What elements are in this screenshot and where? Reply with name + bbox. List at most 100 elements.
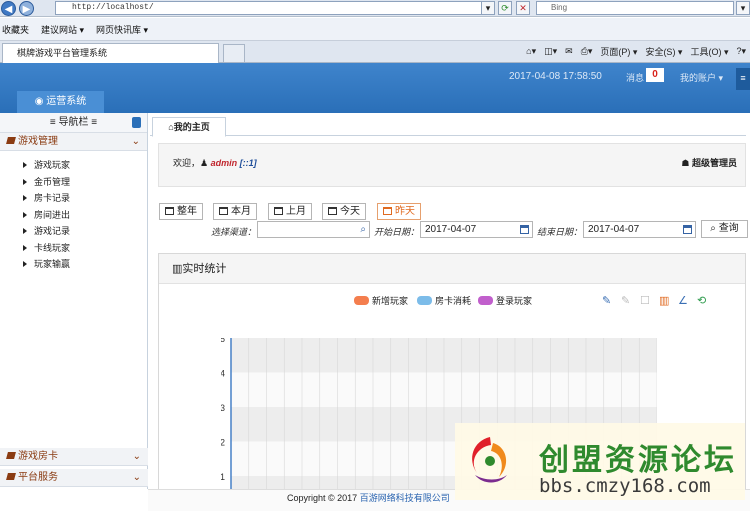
sidebar-section-platform-services[interactable]: 平台服务 ⌄ bbox=[0, 469, 148, 487]
content-tab-bar: ⌂我的主页 bbox=[150, 117, 746, 137]
sidebar-section-game-room-cards[interactable]: 游戏房卡 ⌄ bbox=[0, 448, 148, 466]
tag-icon bbox=[6, 473, 16, 480]
sidebar-item-coin-management[interactable]: 金币管理 bbox=[0, 174, 147, 191]
messages-badge[interactable]: 0 bbox=[646, 68, 664, 82]
filter-yesterday-button[interactable]: 昨天 bbox=[377, 203, 421, 220]
sidebar-item-game-players[interactable]: 游戏玩家 bbox=[0, 157, 147, 174]
panel-header: ▥实时统计 bbox=[159, 254, 745, 284]
channel-select[interactable]: ⌕ bbox=[257, 221, 370, 238]
legend-item-login-players[interactable]: 登录玩家 bbox=[478, 296, 532, 306]
messages-label[interactable]: 消息 bbox=[626, 71, 644, 84]
stop-icon[interactable]: ✕ bbox=[516, 1, 530, 15]
help-icon[interactable]: ?▾ bbox=[736, 46, 746, 57]
print-icon[interactable]: ⎙▾ bbox=[581, 46, 593, 57]
app-header: 2017-04-08 17:58:50 消息 0 我的账户 ▾ ≡ ◉ 运营系统 bbox=[0, 63, 750, 113]
sidebar-item-stuck-players[interactable]: 卡线玩家 bbox=[0, 240, 147, 257]
sidebar-items: 游戏玩家 金币管理 房卡记录 房间进出 游戏记录 卡线玩家 玩家输赢 bbox=[0, 151, 147, 273]
filter-today-button[interactable]: 今天 bbox=[322, 203, 366, 220]
start-date-input[interactable]: 2017-04-07 bbox=[420, 221, 533, 238]
copyright-text: Copyright © 2017 bbox=[287, 493, 358, 503]
end-date-label: 结束日期： bbox=[537, 227, 583, 237]
role-label: ☗ 超级管理员 bbox=[681, 156, 737, 169]
web-slice-gallery-link[interactable]: 网页快讯库 ▾ bbox=[96, 23, 148, 36]
browser-tab-bar: 棋牌游戏平台管理系统 ⌂▾ ◫▾ ✉ ⎙▾ 页面(P) ▾ 安全(S) ▾ 工具… bbox=[0, 41, 750, 63]
calendar-icon bbox=[274, 207, 283, 215]
filter-last-month-button[interactable]: 上月 bbox=[268, 203, 312, 220]
sidebar-item-game-records[interactable]: 游戏记录 bbox=[0, 223, 147, 240]
query-button[interactable]: ⌕ 查询 bbox=[701, 220, 748, 238]
tag-icon bbox=[6, 452, 16, 459]
section-label: 平台服务 bbox=[18, 472, 58, 483]
suggested-sites-link[interactable]: 建议网站 ▾ bbox=[41, 23, 84, 36]
channel-label: 选择渠道： bbox=[211, 227, 257, 237]
calendar-icon bbox=[165, 207, 174, 215]
watermark-logo-icon bbox=[472, 437, 507, 483]
company-link[interactable]: 百游网络科技有限公司 bbox=[360, 493, 450, 503]
search-dropdown-icon[interactable]: ▾ bbox=[736, 1, 750, 15]
sidebar-title-text: ≡ 导航栏 ≡ bbox=[49, 117, 98, 128]
erase-icon[interactable]: ✎ bbox=[621, 294, 634, 307]
username: admin bbox=[210, 158, 238, 168]
lock-icon[interactable] bbox=[132, 117, 141, 128]
menu-icon[interactable]: ≡ bbox=[736, 68, 750, 90]
legend-swatch bbox=[417, 296, 432, 305]
feeds-icon[interactable]: ◫▾ bbox=[544, 46, 557, 57]
tools-menu[interactable]: 工具(O) ▾ bbox=[690, 45, 728, 58]
client-ip: [::1] bbox=[239, 158, 257, 168]
sidebar-section-game-management[interactable]: 游戏管理 ⌄ bbox=[0, 133, 147, 151]
calendar-icon[interactable] bbox=[520, 225, 529, 234]
favorites-bar: 收藏夹 建议网站 ▾ 网页快讯库 ▾ bbox=[0, 18, 750, 41]
y-tick-label: 4 bbox=[221, 369, 225, 379]
data-view-icon[interactable]: ☐ bbox=[640, 294, 653, 307]
chart-toolbox: ✎ ✎ ☐ ▥ ∠ ⟲ bbox=[602, 294, 716, 307]
tab-operations-system[interactable]: ◉ 运营系统 bbox=[17, 91, 104, 113]
sidebar-title: ≡ 导航栏 ≡ bbox=[0, 113, 147, 133]
forward-icon[interactable]: ▶ bbox=[19, 1, 34, 16]
sidebar-item-room-entry-exit[interactable]: 房间进出 bbox=[0, 207, 147, 224]
search-input[interactable]: Bing bbox=[536, 1, 734, 15]
tag-icon bbox=[6, 137, 16, 144]
watermark-url: bbs.cmzy168.com bbox=[539, 475, 711, 497]
legend-swatch bbox=[354, 296, 369, 305]
sidebar-item-player-win-loss[interactable]: 玩家输赢 bbox=[0, 256, 147, 273]
search-icon: ⌕ bbox=[360, 224, 366, 235]
browser-tab[interactable]: 棋牌游戏平台管理系统 bbox=[2, 43, 219, 63]
legend-item-room-card-consumption[interactable]: 房卡消耗 bbox=[417, 296, 471, 306]
chevron-down-icon: ⌄ bbox=[131, 136, 140, 147]
filter-this-month-button[interactable]: 本月 bbox=[213, 203, 257, 220]
calendar-icon[interactable] bbox=[683, 225, 692, 234]
refresh-icon[interactable]: ⟳ bbox=[498, 1, 512, 15]
y-tick-label: 3 bbox=[221, 403, 225, 413]
url-input[interactable]: http://localhost/ bbox=[55, 1, 493, 15]
restore-icon[interactable]: ⟲ bbox=[697, 294, 710, 307]
mail-icon[interactable]: ✉ bbox=[565, 46, 573, 57]
favorites-button[interactable]: 收藏夹 bbox=[2, 23, 29, 36]
url-dropdown-icon[interactable]: ▾ bbox=[481, 1, 495, 15]
bar-chart-icon[interactable]: ▥ bbox=[659, 294, 672, 307]
watermark: 创盟资源论坛 bbs.cmzy168.com bbox=[455, 423, 745, 500]
y-tick-label: 1 bbox=[221, 472, 225, 482]
role-text: 超级管理员 bbox=[691, 158, 737, 168]
home-icon[interactable]: ⌂▾ bbox=[526, 46, 536, 57]
welcome-text: 欢迎，♟ admin [::1] bbox=[173, 156, 257, 169]
users-icon: ☗ bbox=[681, 158, 692, 168]
mark-icon[interactable]: ✎ bbox=[602, 294, 615, 307]
footer-text: Copyright © 2017 百游网络科技有限公司 bbox=[287, 491, 450, 504]
welcome-prefix: 欢迎， bbox=[173, 158, 201, 168]
watermark-title: 创盟资源论坛 bbox=[539, 443, 737, 478]
tab-my-homepage[interactable]: ⌂我的主页 bbox=[152, 117, 226, 137]
end-date-input[interactable]: 2017-04-07 bbox=[583, 221, 696, 238]
address-bar-row: ◀ ▶ http://localhost/ ▾ ⟳ ✕ Bing ▾ bbox=[0, 0, 750, 17]
filter-whole-year-button[interactable]: 整年 bbox=[159, 203, 203, 220]
page-menu[interactable]: 页面(P) ▾ bbox=[600, 45, 637, 58]
user-icon: ♟ bbox=[200, 158, 211, 168]
sidebar-item-room-card-records[interactable]: 房卡记录 bbox=[0, 190, 147, 207]
y-tick-label: 5 bbox=[221, 338, 225, 344]
safety-menu[interactable]: 安全(S) ▾ bbox=[645, 45, 682, 58]
chevron-down-icon: ⌄ bbox=[132, 472, 141, 483]
line-chart-icon[interactable]: ∠ bbox=[678, 294, 691, 307]
back-icon[interactable]: ◀ bbox=[1, 1, 16, 16]
legend-item-new-players[interactable]: 新增玩家 bbox=[354, 296, 408, 306]
my-account-menu[interactable]: 我的账户 ▾ bbox=[680, 71, 723, 84]
new-tab-button[interactable] bbox=[223, 44, 245, 62]
